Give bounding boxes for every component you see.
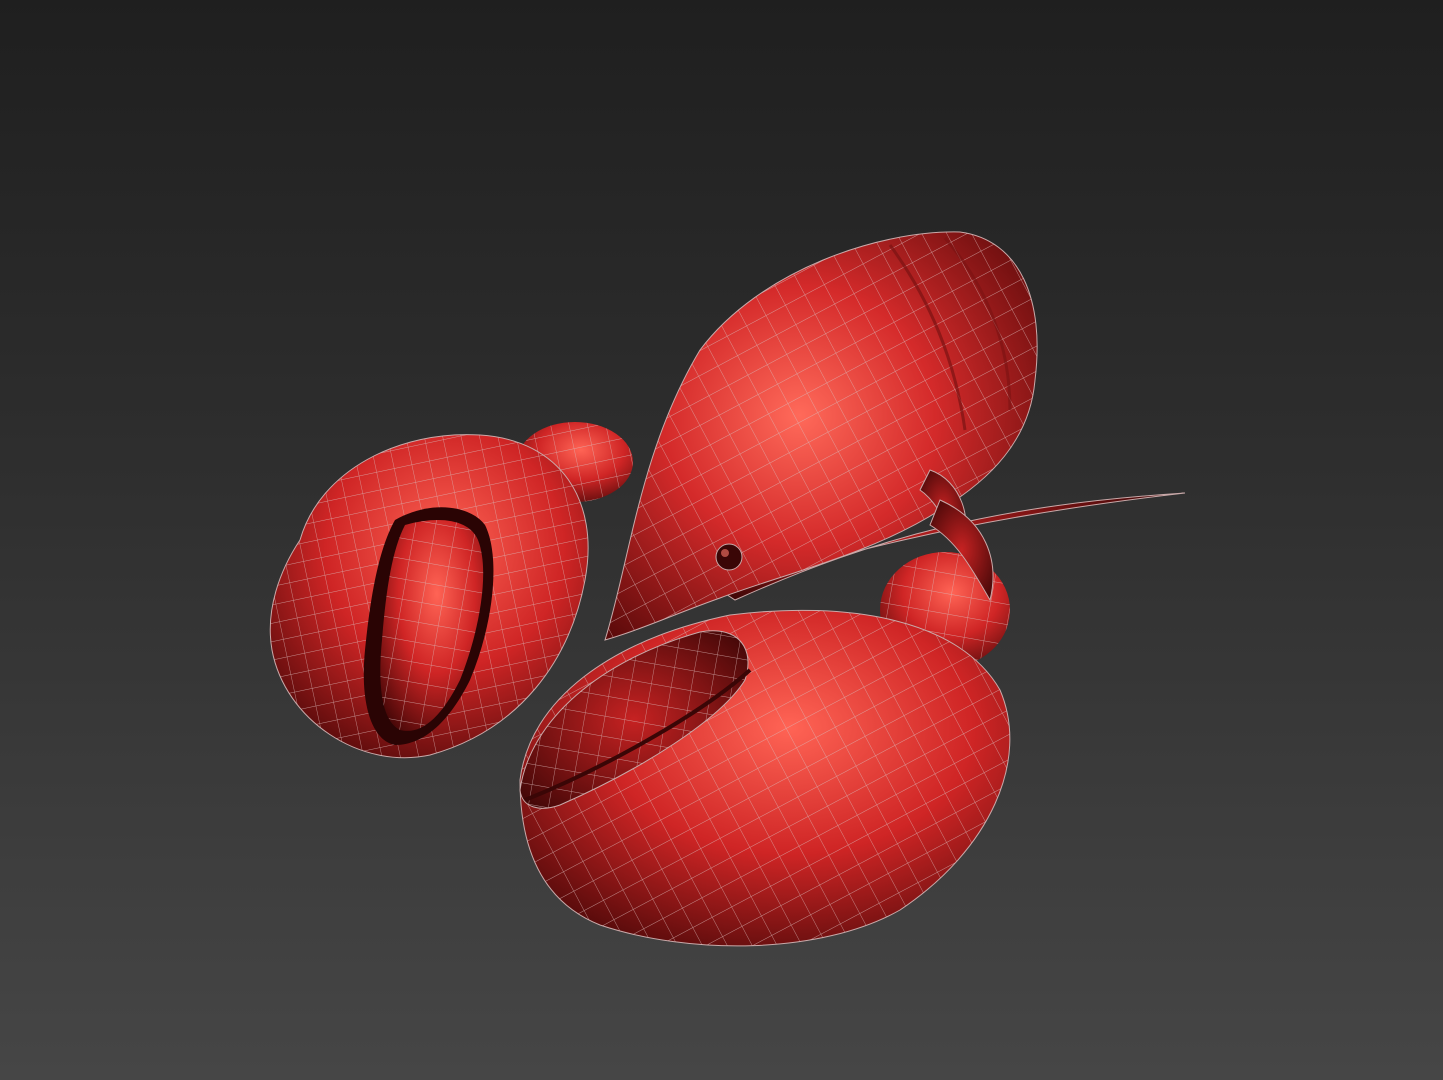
right-claw bbox=[519, 609, 1011, 947]
3d-viewport[interactable] bbox=[0, 0, 1443, 1080]
lobster-model[interactable] bbox=[0, 0, 1443, 1080]
eye-icon bbox=[715, 543, 743, 571]
left-claw bbox=[269, 434, 589, 759]
